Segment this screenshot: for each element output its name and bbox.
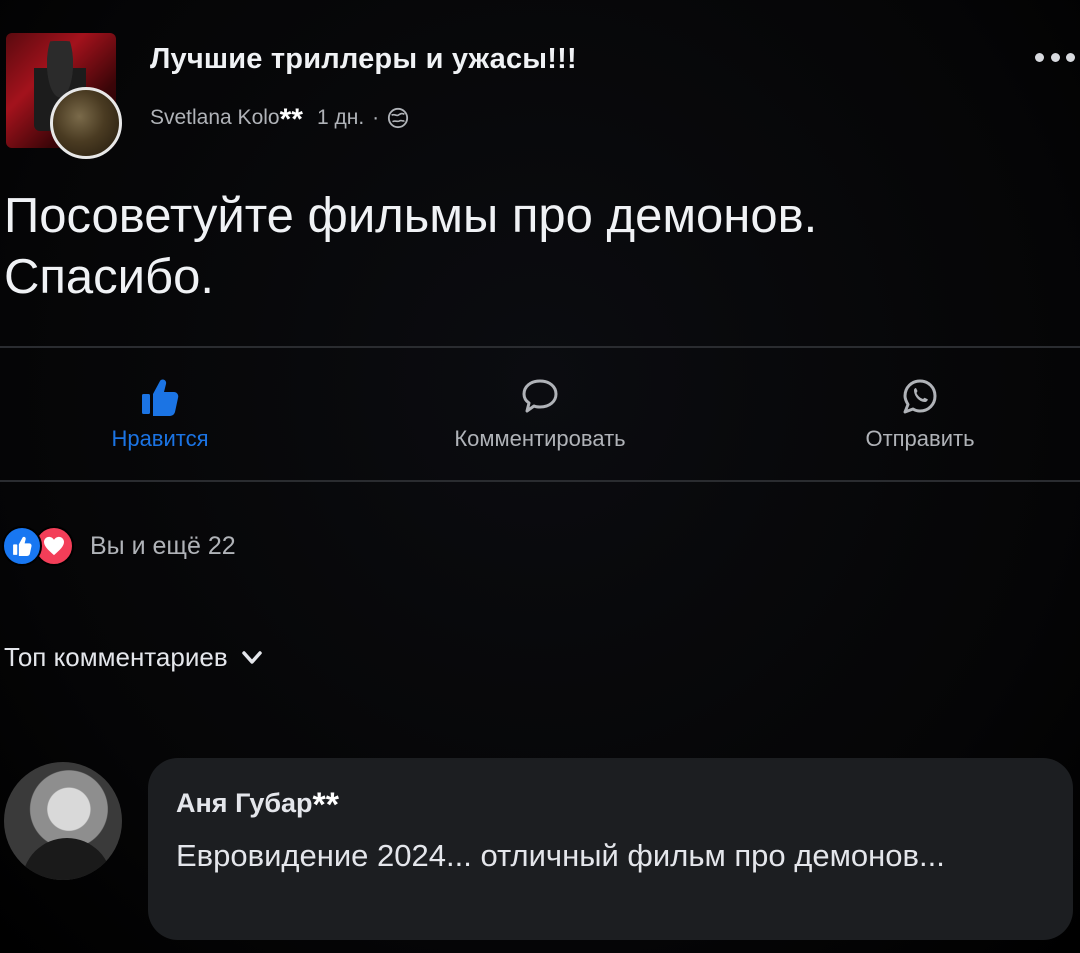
thumbs-up-icon (142, 379, 179, 416)
chevron-down-icon (241, 650, 262, 664)
speech-bubble-icon (522, 379, 558, 413)
author-name[interactable]: Svetlana Kolo (150, 106, 280, 130)
comment-sort-label: Топ комментариев (4, 642, 228, 672)
author-name-mask: ** (279, 103, 303, 136)
comment-author-mask: ** (312, 786, 340, 824)
globe-icon (388, 107, 409, 129)
comment-button[interactable]: Комментировать (400, 376, 680, 452)
comment-text: Евровидение 2024... отличный фильм про д… (176, 838, 945, 873)
send-label: Отправить (865, 426, 975, 451)
send-button[interactable]: Отправить (830, 376, 1010, 452)
whatsapp-icon (903, 379, 937, 414)
post-text-line: Спасибо. (4, 250, 214, 304)
divider (0, 346, 1080, 348)
post-time[interactable]: 1 дн. (317, 106, 364, 130)
divider (0, 480, 1080, 482)
comment-author-name: Аня Губар (176, 788, 313, 818)
comment-label: Комментировать (454, 426, 626, 451)
like-label: Нравится (111, 426, 209, 451)
post-header: Лучшие триллеры и ужасы!!! Svetlana Kolo… (0, 25, 1080, 165)
comment-sort-dropdown[interactable]: Топ комментариев (4, 642, 262, 673)
comment-author[interactable]: Аня Губар** (176, 782, 340, 824)
like-reaction-icon (2, 526, 42, 566)
post-text: Посоветуйте фильмы про демонов. Спасибо. (4, 186, 1064, 308)
commenter-avatar-shoulders (22, 838, 112, 880)
like-button[interactable]: Нравится (85, 376, 235, 452)
author-avatar[interactable] (50, 87, 122, 159)
group-name[interactable]: Лучшие триллеры и ужасы!!! (150, 43, 577, 76)
action-bar: Нравится Комментировать Отправить (0, 356, 1080, 476)
reactions-count: Вы и ещё 22 (90, 531, 236, 560)
comment-bubble: Аня Губар** Евровидение 2024... отличный… (148, 758, 1073, 940)
commenter-avatar[interactable] (4, 762, 122, 880)
more-dots-icon[interactable] (1035, 45, 1075, 69)
post-meta: Svetlana Kolo ** 1 дн. · (150, 101, 409, 136)
reactions-summary[interactable]: Вы и ещё 22 (2, 524, 236, 568)
post-text-line: Посоветуйте фильмы про демонов. (4, 189, 818, 243)
meta-separator: · (372, 106, 380, 129)
